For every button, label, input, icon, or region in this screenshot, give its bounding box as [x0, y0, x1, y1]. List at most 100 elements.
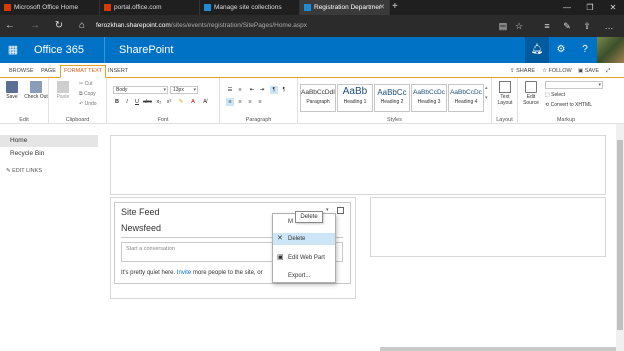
web-part-context-menu: M ✕ Delete ▣ Edit Web Part Export... [272, 213, 336, 283]
edit-source-icon [525, 81, 537, 93]
save-page-button[interactable]: ▣ SAVE [578, 66, 599, 77]
back-icon[interactable]: ← [3, 18, 17, 34]
tab-title: Manage site collections [214, 4, 282, 11]
style-heading-4[interactable]: AaBbCcDc Heading 4 [448, 84, 484, 112]
cut-button[interactable]: ✂ Cut [79, 80, 92, 89]
clear-format-icon[interactable]: A̸ [201, 98, 209, 106]
app-launcher-icon[interactable]: ▦ [0, 37, 26, 63]
save-button[interactable]: Save [1, 81, 23, 100]
bold-button[interactable]: B [113, 98, 121, 106]
right-web-part-zone[interactable] [370, 197, 606, 257]
minimize-button[interactable]: — [556, 0, 578, 15]
vertical-scrollbar-thumb[interactable] [617, 140, 623, 330]
gear-icon[interactable]: ⚙ [549, 37, 573, 63]
browser-tab-registration[interactable]: Registration Departmer ✕ [300, 0, 390, 15]
menu-item-edit-web-part[interactable]: ▣ Edit Web Part [273, 252, 335, 264]
avatar[interactable] [597, 37, 624, 63]
bullet-list-icon[interactable]: ☰ [226, 86, 234, 94]
style-heading-2[interactable]: AaBbCc Heading 2 [374, 84, 410, 112]
font-color-icon[interactable]: A [189, 98, 197, 106]
text-layout-button[interactable]: Text Layout [494, 81, 516, 106]
styles-scroll-down-icon[interactable]: ▾ [485, 94, 488, 103]
favorite-star-icon[interactable]: ☆ [512, 18, 526, 34]
style-preview: AaBbCcDc [413, 89, 445, 96]
horizontal-scrollbar[interactable] [380, 347, 616, 351]
tab-format-text[interactable]: FORMAT TEXT [60, 65, 107, 78]
menu-item-delete[interactable]: ✕ Delete [273, 233, 335, 245]
invite-link[interactable]: Invite [177, 270, 191, 276]
header-web-part-zone[interactable] [110, 135, 606, 195]
check-out-label: Check Out [24, 94, 48, 100]
hub-icon[interactable]: ≡ [540, 18, 554, 34]
undo-button[interactable]: ↶ Undo [79, 100, 97, 109]
refresh-icon[interactable]: ↻ [52, 18, 66, 34]
menu-item-export[interactable]: Export... [273, 270, 335, 282]
edit-source-button[interactable]: Edit Source [520, 81, 542, 106]
forward-icon[interactable]: → [28, 18, 42, 34]
align-center-icon[interactable]: ≡ [236, 98, 244, 106]
select-button[interactable]: ⬚ Select [545, 91, 565, 100]
tab-title: Microsoft Office Home [14, 4, 79, 11]
maximize-button[interactable]: ❐ [579, 0, 601, 15]
font-size-select[interactable]: 13px [170, 86, 198, 94]
subscript-button[interactable]: x₂ [155, 98, 163, 106]
office365-title[interactable]: Office 365 [34, 37, 84, 63]
tab-browse[interactable]: BROWSE [9, 66, 33, 77]
edit-links-button[interactable]: ✎ EDIT LINKS [6, 168, 42, 174]
help-icon[interactable]: ? [573, 37, 597, 63]
align-right-icon[interactable]: ≡ [246, 98, 254, 106]
underline-button[interactable]: U [133, 98, 141, 106]
copy-label: Copy [83, 91, 96, 97]
style-paragraph[interactable]: AaBbCcDdI Paragraph [300, 84, 336, 112]
share-button[interactable]: ⇪ SHARE [510, 66, 535, 77]
align-left-icon[interactable]: ≡ [226, 98, 234, 106]
browser-tab-manage-sites[interactable]: Manage site collections [200, 0, 300, 15]
convert-xhtml-button[interactable]: ⟲ Convert to XHTML [545, 101, 592, 110]
more-icon[interactable]: … [602, 18, 616, 34]
web-part-select-checkbox[interactable] [337, 207, 344, 214]
share-icon[interactable]: ⇪ [580, 18, 594, 34]
style-heading-3[interactable]: AaBbCcDc Heading 3 [411, 84, 447, 112]
sidebar-item-recycle-bin[interactable]: Recycle Bin [0, 148, 98, 160]
font-family-select[interactable]: Body [113, 86, 168, 94]
ribbon-tab-bar: BROWSE PAGE FORMAT TEXT INSERT ⇪ SHARE ☆… [0, 63, 624, 78]
select-label: Select [551, 92, 566, 98]
bell-icon[interactable]: 🔔︎ 1 [525, 37, 549, 63]
browser-tab-office-home[interactable]: Microsoft Office Home [0, 0, 100, 15]
url-field[interactable]: ferozkhan.sharepoint.com/sites/events/re… [96, 19, 496, 33]
style-preview: AaBbCcDc [450, 89, 482, 96]
highlight-icon[interactable]: ✎ [177, 98, 185, 106]
italic-button[interactable]: I [123, 98, 131, 106]
sharepoint-logo-icon [304, 4, 311, 11]
markup-style-select[interactable] [545, 81, 603, 89]
sharepoint-title[interactable]: SharePoint [104, 37, 173, 63]
new-tab-button[interactable]: + [392, 0, 398, 14]
follow-button[interactable]: ☆ FOLLOW [542, 66, 572, 77]
justify-icon[interactable]: ≡ [256, 98, 264, 106]
check-out-button[interactable]: Check Out [24, 81, 48, 100]
browser-tab-portal[interactable]: portal.office.com [100, 0, 200, 15]
styles-scroll-up-icon[interactable]: ▴ [485, 84, 488, 93]
close-tab-icon[interactable]: ✕ [379, 0, 385, 15]
fullscreen-icon[interactable]: ⤢ [606, 66, 610, 77]
save-icon [6, 81, 18, 93]
tab-insert[interactable]: INSERT [108, 66, 128, 77]
numbered-list-icon[interactable]: ≡ [236, 86, 244, 94]
notes-icon[interactable]: ✎ [560, 18, 574, 34]
rtl-icon[interactable]: ¶ [280, 86, 288, 94]
tab-page[interactable]: PAGE [41, 66, 56, 77]
home-icon[interactable]: ⌂ [75, 18, 89, 34]
superscript-button[interactable]: x² [165, 98, 173, 106]
ribbon-group-clipboard: Paste ✂ Cut ⧉ Copy ↶ Undo Clipboard [49, 78, 107, 124]
decrease-indent-icon[interactable]: ⇤ [248, 86, 256, 94]
copy-button[interactable]: ⧉ Copy [79, 90, 96, 99]
style-heading-1[interactable]: AaBb Heading 1 [337, 84, 373, 112]
paste-button[interactable]: Paste [52, 81, 74, 100]
increase-indent-icon[interactable]: ⇥ [258, 86, 266, 94]
sidebar-item-home[interactable]: Home [0, 135, 98, 147]
strikethrough-button[interactable]: abc [143, 98, 152, 106]
reading-view-icon[interactable]: ▤ [496, 18, 510, 34]
undo-label: Undo [84, 101, 97, 107]
ltr-icon[interactable]: ¶ [270, 86, 278, 94]
window-close-button[interactable]: ✕ [602, 0, 624, 15]
